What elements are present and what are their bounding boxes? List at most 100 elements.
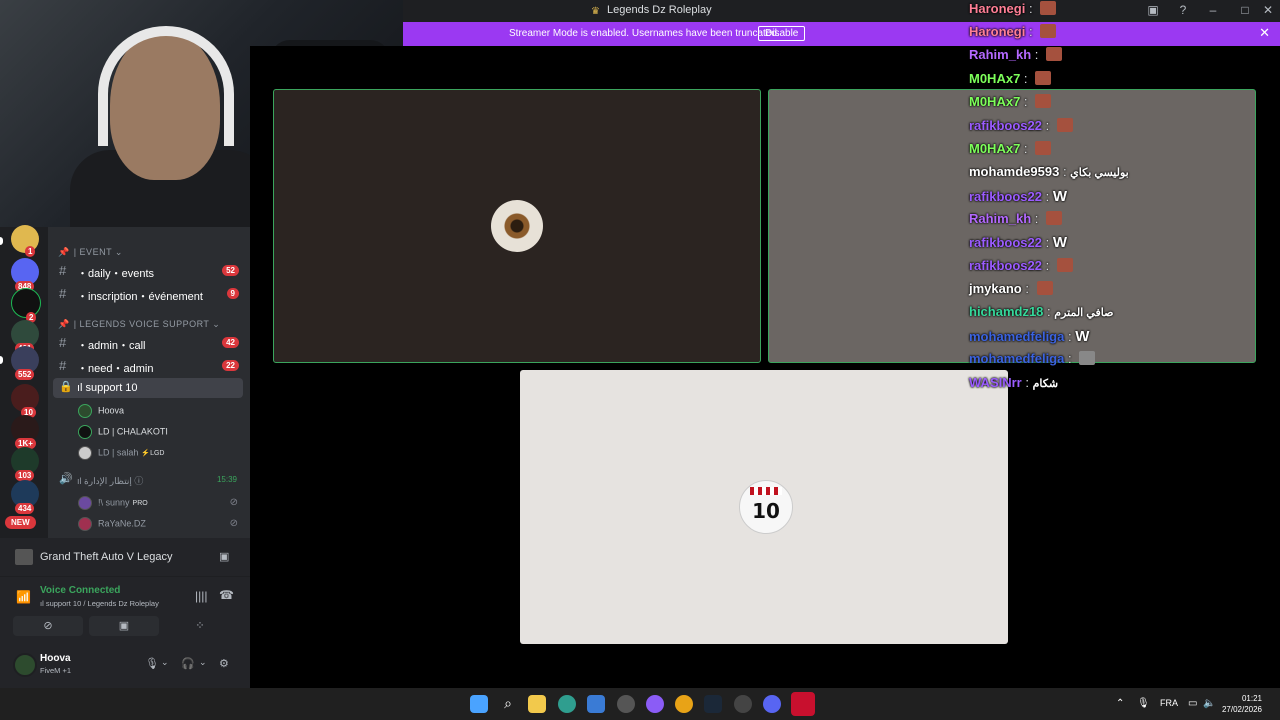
mention-badge: 42 [222, 337, 239, 348]
channel-admin-call[interactable]: # ・admin・call 42 [53, 333, 243, 353]
close-banner-icon[interactable]: ✕ [1259, 25, 1270, 41]
system-clock[interactable]: 01:21 27/02/2026 [1222, 693, 1262, 715]
app-icon[interactable] [646, 695, 664, 713]
microphone-icon[interactable]: 🎙 [145, 657, 159, 670]
headphones-icon[interactable]: 🎧 [181, 657, 195, 670]
voice-channel-support-10[interactable]: 🔒 ıl support 10 [53, 378, 243, 398]
stream-game-icon[interactable]: ▣ [219, 550, 229, 563]
category-voice-support[interactable]: 📌 | LEGENDS VOICE SUPPORT ⌄ [58, 319, 220, 330]
minimize-icon[interactable]: – [1203, 3, 1223, 17]
server-logo-icon: ♛ [591, 6, 600, 17]
avatar[interactable] [13, 653, 37, 677]
avatar [78, 425, 92, 439]
channel-label: ıl إنتظار الإدارة ⓘ [77, 476, 144, 486]
voice-channel-waiting[interactable]: 🔊 ıl إنتظار الإدارة ⓘ 15:39 [53, 470, 243, 490]
file-explorer-icon[interactable] [528, 695, 546, 713]
channel-label: ıl support 10 [77, 382, 138, 394]
user-tag: PRO [132, 500, 148, 508]
channel-inscription[interactable]: # ・inscription・événement 9 [53, 284, 243, 304]
maximize-icon[interactable]: □ [1235, 3, 1255, 17]
clock-date: 27/02/2026 [1221, 705, 1262, 714]
server-icon[interactable]: 2 [11, 288, 41, 323]
voice-user[interactable]: !\ sunny PRO [78, 496, 148, 510]
unread-pill [0, 356, 3, 364]
participant-tile[interactable]: 10 [520, 370, 1008, 644]
window-title: ♛ Legends Dz Roleplay [591, 4, 712, 17]
participant-avatar: 10 [739, 480, 793, 534]
participant-tile[interactable] [273, 89, 761, 363]
channel-list: 📌 | EVENT ⌄ # ・daily・events 52 # ・inscrip… [48, 227, 250, 538]
chat-message: WASINrr : شكام [969, 375, 1059, 390]
title-bar: ♛ Legends Dz Roleplay ▣ ? – □ ✕ [403, 0, 1280, 22]
activities-button[interactable]: ⁘ [165, 616, 235, 636]
chat-message: mohamde9593 : بوليسي بكاي [969, 164, 1129, 179]
emote-icon [1035, 141, 1052, 155]
close-icon[interactable]: ✕ [1258, 3, 1278, 17]
edge-browser-icon[interactable] [558, 695, 576, 713]
username[interactable]: Hoova [40, 653, 71, 664]
server-icon[interactable]: 434 [11, 480, 39, 514]
tray-chevron-icon[interactable]: ⌃ [1116, 698, 1124, 709]
screen-share-button[interactable]: ▣ [89, 616, 159, 636]
chat-message: jmykano : [969, 281, 1053, 303]
emote-icon [1036, 281, 1053, 295]
chat-message: M0HAx7 : [969, 94, 1052, 116]
disconnect-icon[interactable]: ☎ [219, 588, 234, 602]
chat-message: rafikboos22 : [969, 258, 1073, 280]
server-icon[interactable]: 848 [11, 258, 39, 292]
channel-need-admin[interactable]: # ・need・admin 22 [53, 356, 243, 376]
game-icon [15, 549, 33, 565]
discord-icon[interactable] [763, 695, 781, 713]
pin-icon: 📌 [58, 247, 70, 257]
server-icon[interactable]: 1 [11, 225, 39, 257]
lock-icon: 🔒 [59, 381, 73, 393]
avatar [78, 517, 92, 531]
language-indicator[interactable]: FRA [1160, 698, 1178, 708]
server-icon[interactable]: 103 [11, 447, 39, 481]
steam-icon[interactable] [704, 695, 722, 713]
disable-streamer-mode-button[interactable]: Disable [758, 26, 806, 41]
voice-user[interactable]: LD | salah ⚡LGD [78, 446, 164, 460]
noise-suppression-icon[interactable]: |||| [195, 589, 207, 603]
network-icon[interactable]: ▭ [1188, 698, 1197, 709]
media-player-icon[interactable] [734, 695, 752, 713]
help-icon[interactable]: ? [1173, 3, 1193, 17]
voice-user[interactable]: RaYaNe.DZ [78, 517, 146, 531]
store-icon[interactable] [587, 695, 605, 713]
voice-user[interactable]: LD | CHALAKOTI [78, 425, 168, 439]
chrome-icon[interactable] [675, 695, 693, 713]
channel-daily-events[interactable]: # ・daily・events 52 [53, 261, 243, 281]
category-event[interactable]: 📌 | EVENT ⌄ [58, 247, 123, 258]
chevron-down-icon[interactable]: ⌄ [199, 657, 207, 668]
mention-badge: 52 [222, 265, 239, 276]
signal-icon[interactable]: 📶 [16, 590, 31, 604]
banner-message: Streamer Mode is enabled. Usernames have… [509, 28, 780, 39]
settings-gear-icon[interactable]: ⚙ [219, 657, 229, 670]
screen-share-icon[interactable]: ▣ [1143, 3, 1163, 17]
server-icon[interactable]: 552 [11, 346, 39, 380]
server-icon[interactable]: 401 [11, 320, 39, 354]
mention-badge: 9 [226, 288, 239, 299]
channel-label: ・inscription・événement [77, 291, 203, 303]
voice-user[interactable]: Hoova [78, 404, 124, 418]
chevron-down-icon[interactable]: ⌄ [161, 657, 169, 668]
camera-toggle-button[interactable]: ⊘ [13, 616, 83, 636]
voice-channel-path[interactable]: ıl support 10 / Legends Dz Roleplay [40, 599, 159, 608]
search-icon[interactable]: ⌕ [499, 695, 517, 713]
start-menu-icon[interactable] [470, 695, 488, 713]
active-app-icon[interactable] [791, 692, 815, 716]
new-servers-indicator[interactable]: NEW [5, 512, 39, 540]
server-icon[interactable]: 10 [11, 384, 39, 418]
chat-message: mohamedfeliga : W [969, 328, 1090, 345]
headphones [98, 26, 234, 146]
microphone-tray-icon[interactable]: 🎙 [1137, 698, 1150, 709]
mention-badge: 22 [222, 360, 239, 371]
volume-icon[interactable]: 🔈 [1203, 698, 1215, 709]
chat-message: Rahim_kh : [969, 47, 1062, 69]
voice-status[interactable]: Voice Connected [40, 585, 120, 596]
app-icon[interactable] [617, 695, 635, 713]
emote-icon [1045, 47, 1062, 61]
chat-message: M0HAx7 : [969, 141, 1052, 163]
server-icon[interactable]: 1K+ [11, 415, 39, 449]
chat-message: rafikboos22 : W [969, 188, 1067, 205]
